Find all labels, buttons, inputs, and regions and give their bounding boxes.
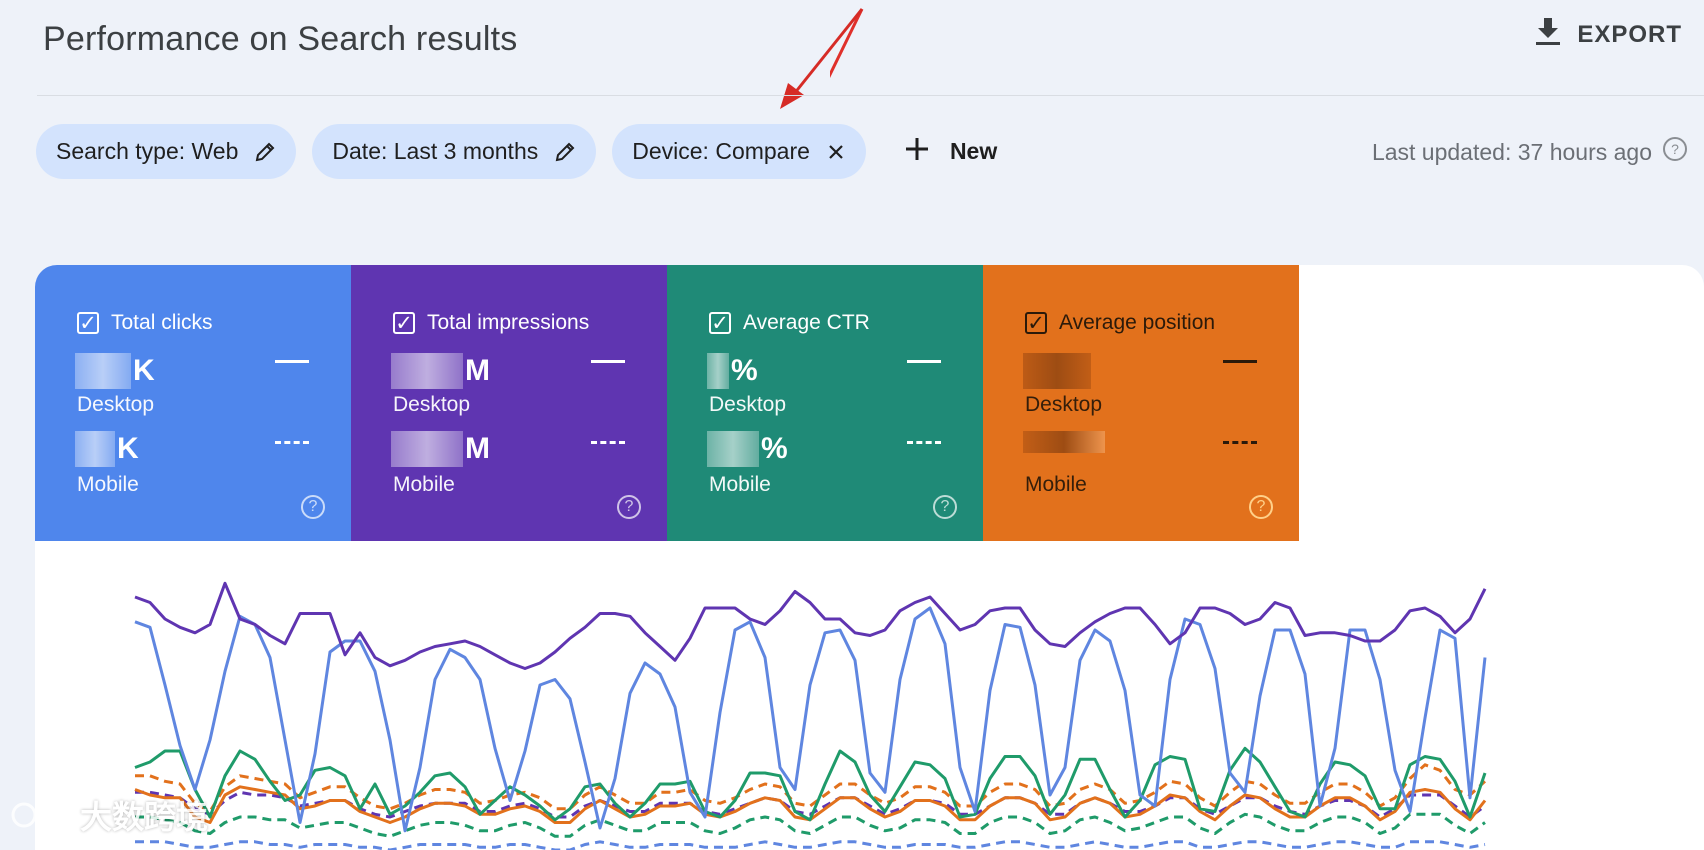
performance-panel: ✓ Total clicks K Desktop K Mobile ? ✓ Tota… xyxy=(35,265,1704,850)
new-filter-button[interactable]: New xyxy=(904,136,997,168)
filter-chip-search-type[interactable]: Search type: Web xyxy=(36,124,297,179)
watermark-logo-icon xyxy=(11,801,68,828)
help-icon[interactable]: ? xyxy=(301,495,325,519)
redacted-value xyxy=(75,431,115,467)
metric-value-desktop: % xyxy=(707,353,758,389)
legend-dashed-line xyxy=(1223,441,1257,444)
redacted-value xyxy=(707,353,729,389)
chart-series-line-7 xyxy=(135,840,1486,850)
metric-cards: ✓ Total clicks K Desktop K Mobile ? ✓ Tota… xyxy=(35,265,1299,541)
legend-dashed-line xyxy=(907,441,941,444)
checkbox-checked-icon: ✓ xyxy=(393,312,415,335)
filter-chip-label: Device: Compare xyxy=(632,138,810,164)
chart-series-line-0 xyxy=(134,581,1487,670)
metric-label: Average CTR xyxy=(743,311,870,334)
metric-mobile-label: Mobile xyxy=(393,473,455,496)
redacted-value xyxy=(391,353,463,389)
metric-mobile-label: Mobile xyxy=(77,473,139,496)
metric-label: Total clicks xyxy=(111,311,213,334)
redacted-value xyxy=(391,431,463,467)
filter-chip-device[interactable]: Device: Compare xyxy=(612,124,866,179)
legend-solid-line xyxy=(1223,360,1257,363)
filter-bar: Search type: Web Date: Last 3 months Dev… xyxy=(36,124,997,179)
filter-chip-label: Date: Last 3 months xyxy=(332,138,539,164)
metric-mobile-label: Mobile xyxy=(1025,473,1087,496)
metric-value-mobile: M xyxy=(391,431,490,467)
metric-value-desktop: M xyxy=(391,353,490,389)
redacted-value xyxy=(1023,431,1105,453)
export-button[interactable]: EXPORT xyxy=(1535,18,1682,51)
annotation-arrow-head-icon xyxy=(780,8,864,109)
watermark-text: 大数跨境 xyxy=(80,799,209,835)
download-icon xyxy=(1535,18,1561,51)
metric-checkbox[interactable]: ✓ Average position xyxy=(1025,311,1215,335)
help-icon[interactable]: ? xyxy=(933,495,957,519)
metric-card-total-clicks[interactable]: ✓ Total clicks K Desktop K Mobile ? xyxy=(35,265,351,541)
metric-card-average-ctr[interactable]: ✓ Average CTR % Desktop % Mobile ? xyxy=(667,265,983,541)
legend-solid-line xyxy=(275,360,309,363)
page-title: Performance on Search results xyxy=(43,20,518,58)
metric-mobile-label: Mobile xyxy=(709,473,771,496)
checkbox-checked-icon: ✓ xyxy=(1025,312,1047,335)
plus-icon xyxy=(904,136,930,168)
last-updated-text: Last updated: 37 hours ago xyxy=(1371,138,1652,165)
legend-solid-line xyxy=(907,360,941,363)
filter-chip-date[interactable]: Date: Last 3 months xyxy=(312,124,597,179)
metric-card-total-impressions[interactable]: ✓ Total impressions M Desktop M Mobile ? xyxy=(351,265,667,541)
metric-label: Total impressions xyxy=(427,311,590,334)
filter-chip-label: Search type: Web xyxy=(56,138,239,164)
pencil-icon[interactable] xyxy=(254,141,276,163)
pencil-icon[interactable] xyxy=(554,141,576,163)
watermark: 大数跨境 xyxy=(10,792,208,838)
header-divider xyxy=(37,95,1704,96)
performance-chart xyxy=(134,581,1487,850)
redacted-value xyxy=(707,431,759,467)
metric-desktop-label: Desktop xyxy=(1025,393,1103,416)
help-icon[interactable]: ? xyxy=(1662,136,1688,168)
metric-desktop-label: Desktop xyxy=(709,393,787,416)
checkbox-checked-icon: ✓ xyxy=(77,312,99,335)
close-icon[interactable] xyxy=(826,142,846,162)
metric-suffix: % xyxy=(761,432,788,465)
help-icon[interactable]: ? xyxy=(1249,495,1273,519)
legend-dashed-line xyxy=(275,441,309,444)
redacted-value xyxy=(75,353,131,389)
legend-dashed-line xyxy=(591,441,625,444)
metric-value-desktop: K xyxy=(75,353,155,389)
help-icon[interactable]: ? xyxy=(617,495,641,519)
last-updated: Last updated: 37 hours ago ? xyxy=(1372,136,1688,168)
new-filter-label: New xyxy=(949,138,998,164)
metric-value-desktop xyxy=(1023,353,1093,389)
metric-suffix: K xyxy=(117,432,139,465)
metric-desktop-label: Desktop xyxy=(393,393,471,416)
metric-value-mobile: % xyxy=(707,431,788,467)
metric-value-mobile xyxy=(1023,431,1107,453)
redacted-value xyxy=(1023,353,1091,389)
metric-checkbox[interactable]: ✓ Total clicks xyxy=(77,311,213,335)
checkbox-checked-icon: ✓ xyxy=(709,312,731,335)
metric-suffix: M xyxy=(465,354,490,387)
metric-desktop-label: Desktop xyxy=(77,393,155,416)
metric-suffix: K xyxy=(133,354,155,387)
metric-checkbox[interactable]: ✓ Average CTR xyxy=(709,311,870,335)
metric-value-mobile: K xyxy=(75,431,139,467)
metric-suffix: % xyxy=(731,354,758,387)
export-label: EXPORT xyxy=(1577,20,1682,48)
metric-suffix: M xyxy=(465,432,490,465)
svg-text:?: ? xyxy=(1671,141,1679,157)
metric-card-average-position[interactable]: ✓ Average position Desktop Mobile ? xyxy=(983,265,1299,541)
metric-label: Average position xyxy=(1059,311,1216,334)
metric-checkbox[interactable]: ✓ Total impressions xyxy=(393,311,589,335)
legend-solid-line xyxy=(591,360,625,363)
chart-series-line-2 xyxy=(134,746,1487,822)
